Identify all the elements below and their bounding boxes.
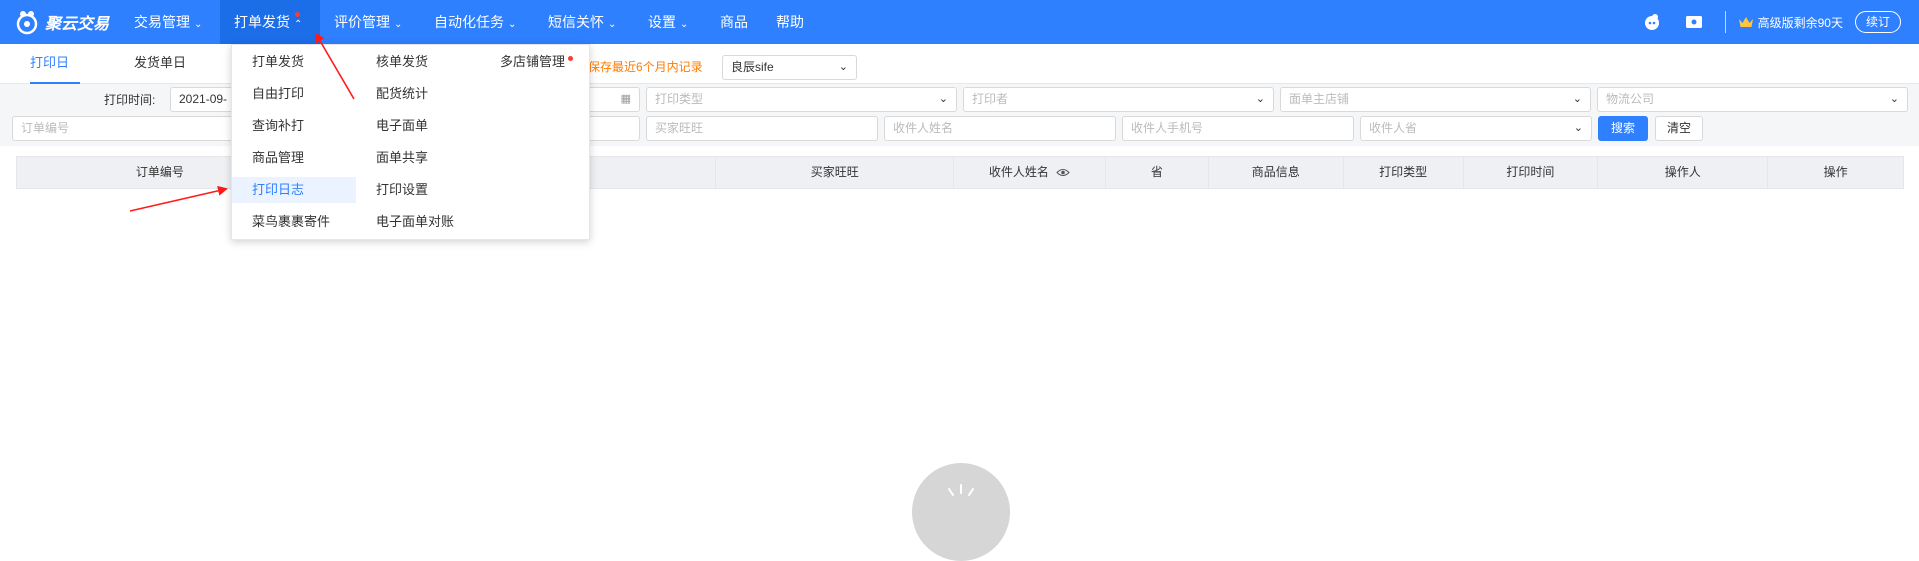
crown-icon xyxy=(1738,17,1753,27)
order-no-placeholder: 订单编号 xyxy=(21,121,70,135)
nav-label: 打单发货 xyxy=(234,14,290,30)
logistics-select[interactable]: 物流公司 ⌄ xyxy=(1597,87,1908,112)
chevron-down-icon: ⌄ xyxy=(608,19,617,30)
nav-label: 评价管理 xyxy=(334,14,390,30)
menu-item-waybill-reconciliation[interactable]: 电子面单对账 xyxy=(356,209,476,235)
nav-sms-care[interactable]: 短信关怀 ⌄ xyxy=(534,0,634,44)
column-header: 买家旺旺 xyxy=(716,157,955,188)
store-select[interactable]: 良辰sife ⌄ xyxy=(722,55,857,80)
nav-products[interactable]: 商品 xyxy=(706,0,762,44)
printer-select[interactable]: 打印者 ⌄ xyxy=(963,87,1274,112)
column-header: 打印时间 xyxy=(1464,157,1599,188)
main-nav: 交易管理 ⌄ 打单发货 ⌃ 评价管理 ⌄ 自动化任务 ⌄ 短信关怀 ⌄ 设置 ⌄ 商品 帮助 xyxy=(120,0,818,44)
menu-item-e-waybill[interactable]: 电子面单 xyxy=(356,113,476,139)
vip-status: 高级版剩余90天 xyxy=(1738,14,1843,31)
menu-item-reprint-query[interactable]: 查询补打 xyxy=(232,113,356,139)
menu-item-product-management[interactable]: 商品管理 xyxy=(232,145,356,171)
nav-print-ship[interactable]: 打单发货 ⌃ xyxy=(220,0,320,44)
annotation-arrow-to-print-log xyxy=(129,185,228,212)
menu-item-picking-stats[interactable]: 配货统计 xyxy=(356,81,476,107)
nav-label: 帮助 xyxy=(776,14,804,30)
print-type-select[interactable]: 打印类型 ⌄ xyxy=(646,87,957,112)
receiver-phone-input[interactable]: 收件人手机号 xyxy=(1122,116,1354,141)
chevron-down-icon: ⌄ xyxy=(938,93,948,105)
waybill-store-placeholder: 面单主店铺 xyxy=(1289,92,1350,106)
logo-icon xyxy=(16,11,38,35)
nav-label: 交易管理 xyxy=(134,14,190,30)
search-button[interactable]: 搜索 xyxy=(1598,116,1648,141)
vip-text: 高级版剩余90天 xyxy=(1757,15,1843,30)
customer-service-icon[interactable] xyxy=(1641,11,1663,33)
column-header: 操作 xyxy=(1823,165,1848,179)
chevron-down-icon: ⌄ xyxy=(1572,93,1582,105)
menu-item-cainiao-send[interactable]: 菜鸟裹裹寄件 xyxy=(232,209,356,235)
divider xyxy=(1724,11,1726,33)
nav-settings[interactable]: 设置 ⌄ xyxy=(634,0,706,44)
top-navbar: 聚云交易 交易管理 ⌄ 打单发货 ⌃ 评价管理 ⌄ 自动化任务 ⌄ 短信关怀 ⌄ 设置 ⌄ … xyxy=(0,0,1919,44)
buyer-wangwang-placeholder: 买家旺旺 xyxy=(655,121,704,135)
chevron-down-icon: ⌄ xyxy=(394,19,403,30)
notification-dot xyxy=(295,12,300,17)
renew-button[interactable]: 续订 xyxy=(1854,11,1901,33)
calendar-icon: ▦ xyxy=(620,93,631,105)
nav-review-management[interactable]: 评价管理 ⌄ xyxy=(320,0,420,44)
column-header-label: 收件人姓名 xyxy=(988,165,1049,179)
receiver-phone-placeholder: 收件人手机号 xyxy=(1131,121,1204,135)
menu-item-multi-store[interactable]: 多店铺管理 xyxy=(480,49,574,75)
nav-trade-management[interactable]: 交易管理 ⌄ xyxy=(120,0,220,44)
menu-item-waybill-share[interactable]: 面单共享 xyxy=(356,145,476,171)
nav-label: 短信关怀 xyxy=(548,14,604,30)
column-header: 商品信息 xyxy=(1209,157,1344,188)
receiver-name-input[interactable]: 收件人姓名 xyxy=(884,116,1116,141)
empty-state-illustration xyxy=(912,463,1010,561)
column-header-receiver-name: 收件人姓名 xyxy=(954,157,1106,188)
menu-item-print-ship[interactable]: 打单发货 xyxy=(232,49,356,75)
print-time-label: 打印时间: xyxy=(104,93,156,107)
chevron-down-icon: ⌄ xyxy=(1573,122,1583,134)
print-time-value: 2021-09- xyxy=(179,92,228,106)
menu-item-label: 多店铺管理 xyxy=(500,54,566,69)
receiver-province-placeholder: 收件人省 xyxy=(1369,121,1418,135)
print-type-placeholder: 打印类型 xyxy=(655,92,704,106)
menu-item-print-log[interactable]: 打印日志 xyxy=(232,177,356,203)
column-header: 省 xyxy=(1106,157,1209,188)
chevron-down-icon: ⌄ xyxy=(838,61,848,73)
tab-invoice-log[interactable]: 发货单日志 xyxy=(134,44,196,108)
top-right-area: 高级版剩余90天 续订 xyxy=(1641,0,1919,44)
buyer-wangwang-input[interactable]: 买家旺旺 xyxy=(646,116,878,141)
eye-icon[interactable] xyxy=(1056,168,1070,177)
nav-automation[interactable]: 自动化任务 ⌄ xyxy=(420,0,534,44)
print-ship-dropdown-menu: 打单发货 自由打印 查询补打 商品管理 打印日志 菜鸟裹裹寄件 核单发货 配货统… xyxy=(231,44,590,240)
printer-placeholder: 打印者 xyxy=(972,92,1009,106)
chevron-down-icon: ⌄ xyxy=(1889,93,1899,105)
clear-button[interactable]: 清空 xyxy=(1655,116,1703,141)
menu-item-print-settings[interactable]: 打印设置 xyxy=(356,177,476,203)
logistics-placeholder: 物流公司 xyxy=(1606,92,1655,106)
column-header: 打印类型 xyxy=(1344,157,1464,188)
chevron-down-icon: ⌄ xyxy=(680,19,689,30)
nav-label: 自动化任务 xyxy=(434,14,504,30)
logo-text: 聚云交易 xyxy=(45,16,110,33)
chevron-down-icon: ⌄ xyxy=(194,19,203,30)
chevron-down-icon: ⌄ xyxy=(1255,93,1265,105)
store-select-value: 良辰sife xyxy=(731,60,774,74)
retention-note: 保存最近6个月内记录 xyxy=(588,60,703,74)
app-logo[interactable]: 聚云交易 xyxy=(14,9,109,35)
tab-print-log[interactable]: 打印日志 xyxy=(30,44,80,108)
waybill-store-select[interactable]: 面单主店铺 ⌄ xyxy=(1280,87,1591,112)
column-header: 操作人 xyxy=(1598,157,1769,188)
nav-help[interactable]: 帮助 xyxy=(762,0,818,44)
menu-item-verify-ship[interactable]: 核单发货 xyxy=(356,49,476,75)
receiver-province-select[interactable]: 收件人省 ⌄ xyxy=(1360,116,1592,141)
menu-item-free-print[interactable]: 自由打印 xyxy=(232,81,356,107)
nav-label: 商品 xyxy=(720,14,748,30)
notification-dot xyxy=(568,56,574,61)
nav-label: 设置 xyxy=(648,14,676,30)
chevron-up-icon: ⌃ xyxy=(294,19,303,30)
receiver-name-placeholder: 收件人姓名 xyxy=(893,121,954,135)
chevron-down-icon: ⌄ xyxy=(508,19,517,30)
ticket-icon[interactable] xyxy=(1683,11,1705,33)
